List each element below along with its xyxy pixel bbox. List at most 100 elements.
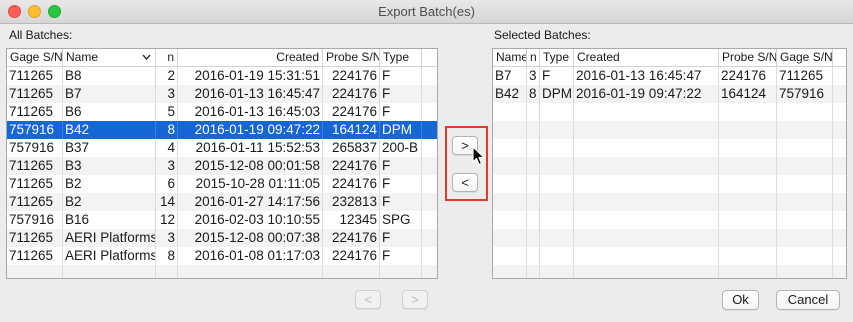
column-header-probe-sn[interactable]: Probe S/N <box>719 49 777 67</box>
type-cell <box>540 229 574 247</box>
table-row[interactable]: B42 8 DPM 2016-01-19 09:47:22 164124 757916 <box>493 85 846 103</box>
chevron-down-icon <box>142 49 151 67</box>
type-cell: F <box>380 247 422 265</box>
gage-sn-cell: 711265 <box>7 247 63 265</box>
probe-sn-cell <box>719 103 777 121</box>
probe-sn-cell <box>719 211 777 229</box>
table-row[interactable]: 711265 B2 6 2015-10-28 01:11:05 224176 F <box>7 175 437 193</box>
n-cell: 8 <box>527 85 540 103</box>
n-cell <box>156 265 178 278</box>
created-cell <box>574 211 719 229</box>
probe-sn-cell: 224176 <box>323 103 380 121</box>
name-cell: B37 <box>63 139 156 157</box>
filler-cell <box>833 139 846 157</box>
type-cell: F <box>380 229 422 247</box>
filler-cell <box>833 247 846 265</box>
probe-sn-cell: 224176 <box>323 247 380 265</box>
empty-table-row <box>493 265 846 278</box>
remove-from-selected-button[interactable]: < <box>452 173 478 192</box>
gage-sn-cell <box>777 139 833 157</box>
probe-sn-cell: 224176 <box>323 157 380 175</box>
column-header-gage-sn[interactable]: Gage S/N <box>777 49 833 67</box>
name-cell: B42 <box>63 121 156 139</box>
gage-sn-cell <box>7 265 63 278</box>
gage-sn-cell <box>777 229 833 247</box>
column-header-probe-sn[interactable]: Probe S/N <box>323 49 380 67</box>
filler-cell <box>833 103 846 121</box>
filler-cell <box>422 157 437 175</box>
name-cell <box>493 175 527 193</box>
name-cell: AERI Platforms <box>65 247 156 265</box>
table-row[interactable]: 711265 B3 3 2015-12-08 00:01:58 224176 F <box>7 157 437 175</box>
column-header-type[interactable]: Type <box>380 49 422 67</box>
probe-sn-cell: 224176 <box>323 175 380 193</box>
table-row[interactable]: 711265 AERI Platforms 8 2016-01-08 01:17:03… <box>7 247 437 265</box>
filler-cell <box>833 85 846 103</box>
column-header-type[interactable]: Type <box>540 49 574 67</box>
column-header-name[interactable]: Name <box>493 49 527 67</box>
column-header-gage-sn[interactable]: Gage S/N <box>7 49 63 67</box>
gage-sn-cell <box>777 157 833 175</box>
gage-sn-cell: 757916 <box>777 85 833 103</box>
filler-cell <box>422 103 437 121</box>
selected-batches-header: Name n Type Created Probe S/N Gage S/N <box>493 49 846 67</box>
created-cell <box>574 175 719 193</box>
probe-sn-cell <box>719 121 777 139</box>
previous-page-button[interactable]: < <box>355 290 381 309</box>
probe-sn-cell <box>719 175 777 193</box>
type-cell <box>540 265 574 278</box>
table-row[interactable]: 757916 B16 12 2016-02-03 10:10:55 12345 SPG <box>7 211 437 229</box>
n-cell <box>527 103 540 121</box>
probe-sn-cell: 224176 <box>719 67 777 85</box>
column-header-name[interactable]: Name <box>63 49 156 67</box>
table-row[interactable]: 711265 B8 2 2016-01-19 15:31:51 224176 F <box>7 67 437 85</box>
gage-sn-cell <box>777 247 833 265</box>
name-cell: B6 <box>63 103 156 121</box>
created-cell: 2016-01-08 01:17:03 <box>178 247 323 265</box>
column-header-n[interactable]: n <box>527 49 540 67</box>
created-cell: 2015-10-28 01:11:05 <box>178 175 323 193</box>
type-cell <box>540 193 574 211</box>
selected-batches-table[interactable]: Name n Type Created Probe S/N Gage S/N B… <box>492 48 847 279</box>
type-cell <box>540 175 574 193</box>
filler-cell <box>833 121 846 139</box>
name-cell <box>63 265 156 278</box>
table-row[interactable]: 711265 B2 14 2016-01-27 14:17:56 232813 F <box>7 193 437 211</box>
gage-sn-cell: 711265 <box>7 103 63 121</box>
column-header-created[interactable]: Created <box>574 49 719 67</box>
name-cell: B7 <box>63 85 156 103</box>
gage-sn-cell: 711265 <box>7 157 63 175</box>
gage-sn-cell <box>777 175 833 193</box>
column-header-filler <box>422 49 437 67</box>
table-row[interactable]: 711265 B7 3 2016-01-13 16:45:47 224176 F <box>7 85 437 103</box>
ok-button[interactable]: Ok <box>722 290 759 310</box>
n-cell: 6 <box>156 175 178 193</box>
gage-sn-cell <box>777 265 833 278</box>
cancel-button[interactable]: Cancel <box>776 290 840 310</box>
type-cell: F <box>380 103 422 121</box>
table-row[interactable]: B7 3 F 2016-01-13 16:45:47 224176 711265 <box>493 67 846 85</box>
name-cell: B3 <box>63 157 156 175</box>
gage-sn-cell: 711265 <box>7 229 63 247</box>
type-cell <box>540 139 574 157</box>
column-header-created[interactable]: Created <box>178 49 323 67</box>
empty-table-row <box>7 265 437 278</box>
empty-table-row <box>493 193 846 211</box>
filler-cell <box>833 157 846 175</box>
table-row[interactable]: 757916 B37 4 2016-01-11 15:52:53 265837 200-B <box>7 139 437 157</box>
column-header-n[interactable]: n <box>156 49 178 67</box>
type-cell: F <box>380 85 422 103</box>
created-cell <box>574 139 719 157</box>
gage-sn-cell: 711265 <box>7 175 63 193</box>
gage-sn-cell: 757916 <box>7 211 63 229</box>
next-page-button[interactable]: > <box>402 290 428 309</box>
table-row[interactable]: 711265 AERI Platforms 3 2015-12-08 00:07:38… <box>7 229 437 247</box>
table-row[interactable]: 757916 B42 8 2016-01-19 09:47:22 164124 DPM <box>7 121 437 139</box>
gage-sn-cell: 711265 <box>7 67 63 85</box>
all-batches-table[interactable]: Gage S/N Name n Created Probe S/N Type 7… <box>6 48 438 279</box>
created-cell: 2016-02-03 10:10:55 <box>178 211 323 229</box>
probe-sn-cell <box>719 193 777 211</box>
window-title: Export Batch(es) <box>378 4 475 19</box>
table-row[interactable]: 711265 B6 5 2016-01-13 16:45:03 224176 F <box>7 103 437 121</box>
gage-sn-cell: 711265 <box>777 67 833 85</box>
